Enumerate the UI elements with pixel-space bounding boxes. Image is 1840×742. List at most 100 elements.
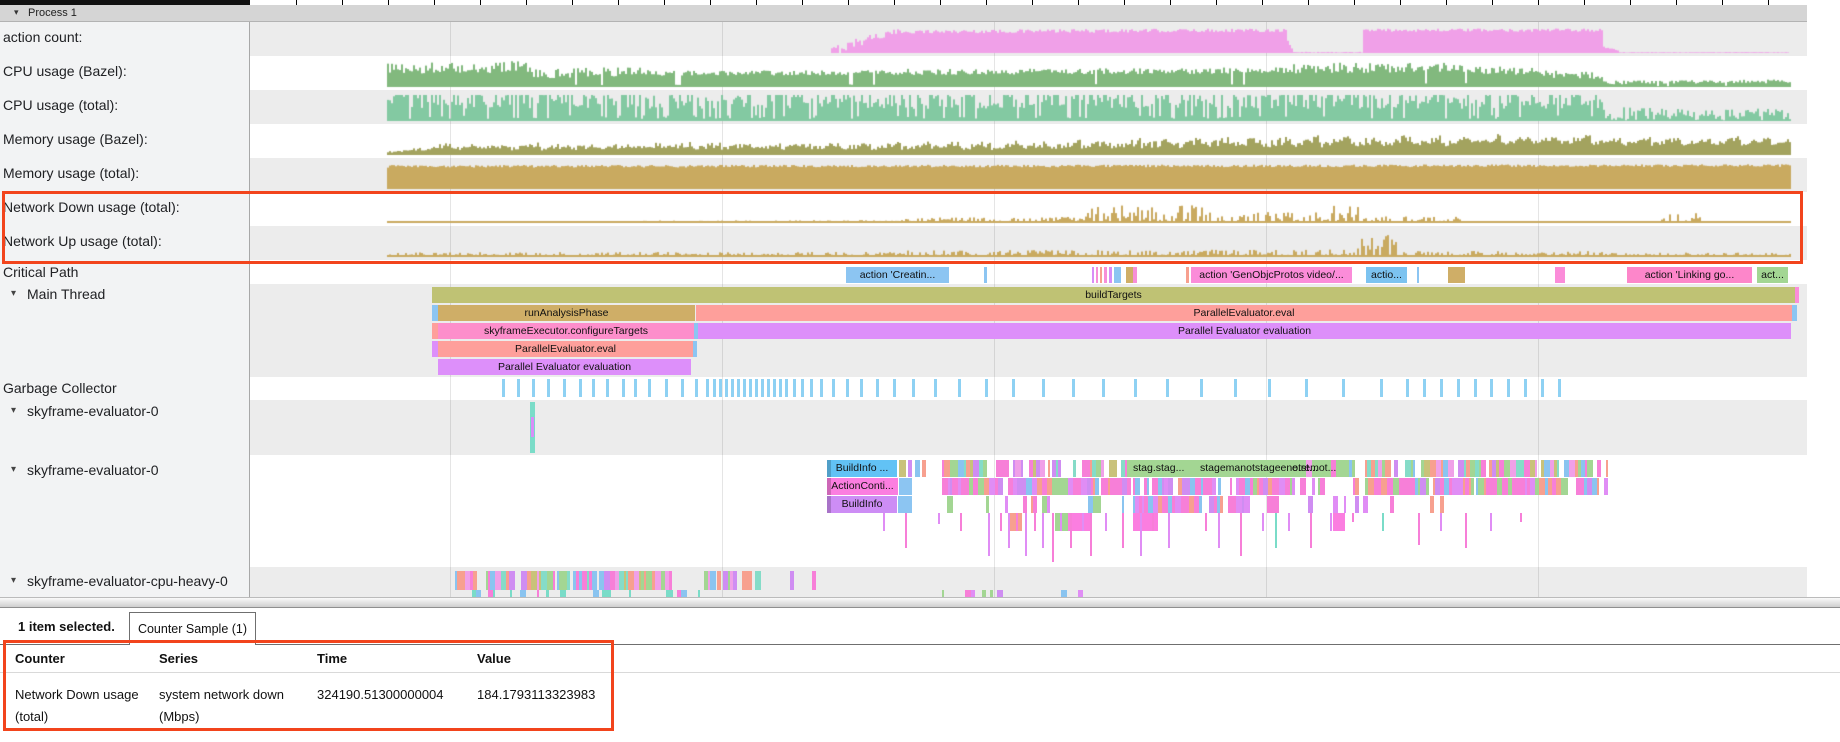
gc-event-tick[interactable]: [731, 379, 734, 397]
gc-event-tick[interactable]: [1200, 379, 1203, 397]
hanging-slice[interactable]: [1105, 513, 1107, 531]
dense-slice[interactable]: [510, 590, 512, 597]
hanging-slice[interactable]: [1122, 513, 1124, 548]
gc-event-tick[interactable]: [1380, 379, 1383, 397]
slice[interactable]: [908, 460, 912, 477]
gc-event-tick[interactable]: [1490, 379, 1493, 397]
gc-event-tick[interactable]: [1012, 379, 1015, 397]
dense-slice[interactable]: [1597, 460, 1601, 477]
tab-counter-sample[interactable]: Counter Sample (1): [129, 612, 256, 645]
counter-chart-cpu-bazel[interactable]: [250, 56, 1807, 90]
slice[interactable]: [1555, 267, 1565, 283]
gc-event-tick[interactable]: [592, 379, 595, 397]
slice[interactable]: [1052, 478, 1068, 495]
hanging-slice[interactable]: [1052, 513, 1054, 562]
counter-chart-net-up[interactable]: [250, 226, 1807, 260]
dense-slice[interactable]: [1047, 496, 1050, 513]
gc-event-tick[interactable]: [725, 379, 728, 397]
collapse-chevron-icon[interactable]: ▾: [11, 575, 16, 586]
hanging-slice[interactable]: [1133, 513, 1158, 531]
slice-skyframeexecutor-configuretargets[interactable]: skyframeExecutor.configureTargets: [438, 323, 694, 339]
dense-slice[interactable]: [1394, 460, 1398, 477]
gc-event-tick[interactable]: [1072, 379, 1075, 397]
dense-slice[interactable]: [1471, 478, 1474, 495]
gc-event-tick[interactable]: [934, 379, 937, 397]
dense-slice[interactable]: [942, 590, 944, 597]
gc-event-tick[interactable]: [755, 379, 758, 397]
slice-runanalysisphase[interactable]: runAnalysisPhase: [438, 305, 695, 321]
slice[interactable]: [1114, 267, 1121, 283]
dense-slice[interactable]: [1095, 478, 1099, 495]
dense-slice[interactable]: [1199, 496, 1202, 513]
dense-slice[interactable]: [1557, 460, 1559, 477]
dense-slice[interactable]: [537, 590, 539, 597]
gc-event-tick[interactable]: [1440, 379, 1443, 397]
hanging-slice[interactable]: [1000, 513, 1002, 531]
hanging-slice[interactable]: [1440, 513, 1442, 531]
dense-slice[interactable]: [1048, 460, 1050, 477]
panel-splitter[interactable]: [0, 597, 1840, 608]
hanging-slice[interactable]: [1288, 513, 1290, 531]
dense-slice[interactable]: [747, 571, 752, 590]
dense-slice[interactable]: [812, 571, 816, 590]
dense-slice[interactable]: [982, 590, 986, 597]
hanging-slice[interactable]: [1218, 513, 1220, 548]
slice[interactable]: [1792, 305, 1797, 321]
table-row[interactable]: Network Down usage (total) system networ…: [3, 674, 623, 734]
collapse-chevron-icon[interactable]: ▾: [11, 464, 16, 475]
gc-event-tick[interactable]: [517, 379, 520, 397]
dense-slice[interactable]: [1566, 478, 1568, 495]
gc-event-tick[interactable]: [876, 379, 879, 397]
slice-buildtargets[interactable]: buildTargets: [432, 287, 1795, 303]
slice[interactable]: [1417, 267, 1419, 283]
dense-slice[interactable]: [1061, 590, 1067, 597]
dense-slice[interactable]: [546, 590, 549, 597]
dense-slice[interactable]: [1273, 496, 1279, 513]
gc-event-tick[interactable]: [785, 379, 788, 397]
gc-event-tick[interactable]: [1102, 379, 1105, 397]
gc-event-tick[interactable]: [773, 379, 776, 397]
dense-slice[interactable]: [698, 590, 700, 597]
slice[interactable]: [922, 460, 926, 477]
dense-slice[interactable]: [473, 571, 477, 590]
dense-slice[interactable]: [1333, 496, 1338, 513]
slice-parallel-evaluator-evaluation[interactable]: Parallel Evaluator evaluation: [698, 323, 1791, 339]
gc-event-tick[interactable]: [1305, 379, 1308, 397]
slice[interactable]: [1109, 267, 1112, 283]
gc-event-tick[interactable]: [1406, 379, 1409, 397]
gc-event-tick[interactable]: [1268, 379, 1271, 397]
dense-slice[interactable]: [990, 590, 993, 597]
hanging-slice[interactable]: [1070, 513, 1072, 548]
slice[interactable]: [1100, 267, 1102, 283]
gc-event-tick[interactable]: [502, 379, 505, 397]
dense-slice[interactable]: [1115, 460, 1117, 477]
dense-slice[interactable]: [681, 590, 687, 597]
gc-event-tick[interactable]: [832, 379, 835, 397]
dense-slice[interactable]: [1300, 478, 1306, 495]
dense-slice[interactable]: [710, 571, 716, 590]
slice-actionconti[interactable]: ActionConti...: [827, 478, 898, 495]
gc-event-tick[interactable]: [767, 379, 770, 397]
hanging-slice[interactable]: [1034, 513, 1036, 531]
dense-slice[interactable]: [1218, 478, 1221, 495]
gc-event-tick[interactable]: [743, 379, 746, 397]
timeline-canvas[interactable]: action 'Creatin...action 'GenObjcProtos …: [250, 22, 1807, 597]
slice[interactable]: [693, 341, 697, 357]
slice[interactable]: [1104, 267, 1107, 283]
dense-slice[interactable]: [670, 590, 673, 597]
dense-slice[interactable]: [947, 496, 953, 513]
hanging-slice[interactable]: [1465, 513, 1467, 548]
slice[interactable]: [1126, 267, 1133, 283]
slice[interactable]: [1186, 267, 1189, 283]
dense-slice[interactable]: [1413, 460, 1415, 477]
slice[interactable]: [898, 496, 912, 513]
gc-event-tick[interactable]: [1558, 379, 1561, 397]
slice[interactable]: [1795, 287, 1799, 303]
hanging-slice[interactable]: [1016, 513, 1018, 531]
slice[interactable]: [984, 267, 987, 283]
dense-slice[interactable]: [790, 571, 794, 590]
gc-event-tick[interactable]: [719, 379, 722, 397]
dense-slice[interactable]: [560, 590, 566, 597]
dense-slice[interactable]: [1122, 496, 1124, 513]
gc-event-tick[interactable]: [695, 379, 698, 397]
